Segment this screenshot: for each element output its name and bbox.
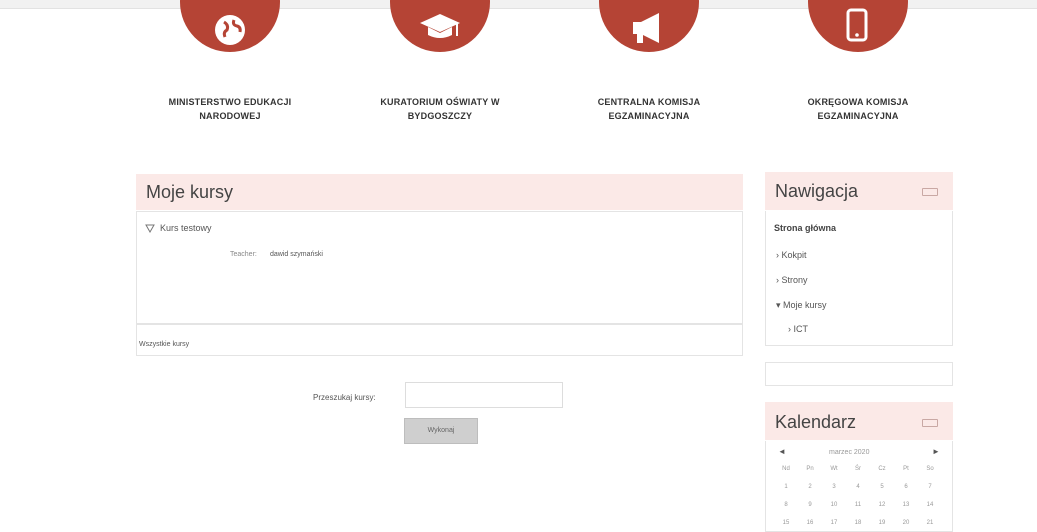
navigation-title: Nawigacja — [775, 181, 859, 201]
calendar-day[interactable]: 11 — [847, 502, 869, 508]
nav-item-strony[interactable]: › Strony — [776, 275, 808, 285]
all-courses-footer: Wszystkie kursy — [136, 324, 743, 356]
my-courses-title: Moje kursy — [146, 182, 234, 202]
kuratorium-circle[interactable] — [390, 0, 490, 52]
expand-arrow-icon: › — [788, 324, 791, 334]
weekday-header: Pn — [806, 466, 814, 472]
oke-label-line2[interactable]: EGZAMINACYJNA — [763, 109, 953, 123]
search-input[interactable] — [405, 382, 563, 408]
mobile-icon — [846, 8, 868, 42]
calendar-day[interactable]: 14 — [919, 502, 941, 508]
calendar-day[interactable]: 15 — [775, 520, 797, 526]
navigation-header: Nawigacja — [765, 172, 953, 210]
nav-item-label[interactable]: Kokpit — [782, 250, 807, 260]
nav-item-label[interactable]: Strony — [782, 275, 808, 285]
weekday-header: Nd — [782, 466, 790, 472]
my-courses-header: Moje kursy — [136, 174, 743, 210]
calendar-day[interactable]: 10 — [823, 502, 845, 508]
nav-item-label[interactable]: Moje kursy — [783, 300, 827, 310]
calendar-day[interactable]: 21 — [919, 520, 941, 526]
expand-arrow-icon: › — [776, 275, 779, 285]
weekday-header: So — [926, 466, 934, 472]
nav-subitem-ict[interactable]: › ICT — [788, 324, 808, 334]
calendar-day[interactable]: 8 — [775, 502, 797, 508]
calendar-content: ◄ marzec 2020 ► Nd Pn Wt Śr Cz Pt So 1 2… — [765, 441, 953, 532]
empty-block — [765, 362, 953, 386]
kuratorium-label-line2[interactable]: BYDGOSZCZY — [345, 109, 535, 123]
nav-home-link[interactable]: Strona główna — [774, 223, 836, 233]
cke-circle[interactable] — [599, 0, 699, 52]
calendar-day[interactable]: 6 — [895, 484, 917, 490]
calendar-day[interactable]: 13 — [895, 502, 917, 508]
kuratorium-label-line1[interactable]: KURATORIUM OŚWIATY W — [345, 95, 535, 109]
expand-arrow-icon: › — [776, 250, 779, 260]
weekday-header: Śr — [855, 466, 861, 472]
calendar-day[interactable]: 17 — [823, 520, 845, 526]
teacher-name-link[interactable]: dawid szymański — [270, 251, 323, 258]
calendar-day[interactable]: 16 — [799, 520, 821, 526]
weekday-header: Cz — [878, 466, 886, 472]
calendar-day[interactable]: 5 — [871, 484, 893, 490]
course-icon — [145, 224, 155, 233]
collapse-arrow-icon: ▾ — [776, 300, 781, 310]
calendar-header: Kalendarz — [765, 402, 953, 440]
calendar-title: Kalendarz — [775, 412, 857, 432]
all-courses-link[interactable]: Wszystkie kursy — [139, 341, 189, 348]
cke-label-line1[interactable]: CENTRALNA KOMISJA — [554, 95, 744, 109]
calendar-day[interactable]: 4 — [847, 484, 869, 490]
calendar-day[interactable]: 9 — [799, 502, 821, 508]
weekday-header: Wt — [830, 466, 838, 472]
globe-icon — [215, 15, 245, 45]
calendar-day[interactable]: 12 — [871, 502, 893, 508]
search-label: Przeszukaj kursy: — [313, 393, 376, 402]
calendar-day[interactable]: 18 — [847, 520, 869, 526]
teacher-label: Teacher: — [230, 251, 257, 258]
course-link[interactable]: Kurs testowy — [160, 223, 212, 233]
dock-icon[interactable] — [922, 419, 938, 427]
cke-label-line2[interactable]: EGZAMINACYJNA — [554, 109, 744, 123]
calendar-day[interactable]: 3 — [823, 484, 845, 490]
weekday-header: Pt — [903, 466, 909, 472]
calendar-day[interactable]: 2 — [799, 484, 821, 490]
nav-item-moje-kursy[interactable]: ▾ Moje kursy — [776, 300, 827, 311]
nav-subitem-label[interactable]: ICT — [794, 324, 809, 334]
calendar-day[interactable]: 7 — [919, 484, 941, 490]
calendar-next-button[interactable]: ► — [932, 447, 940, 456]
navigation-content: Strona główna › Kokpit › Strony ▾ Moje k… — [765, 211, 953, 346]
oke-label-line1[interactable]: OKRĘGOWA KOMISJA — [763, 95, 953, 109]
ministry-label-line2[interactable]: NARODOWEJ — [135, 109, 325, 123]
search-button[interactable]: Wykonaj — [404, 418, 478, 444]
dock-icon[interactable] — [922, 188, 938, 196]
calendar-month-link[interactable]: marzec 2020 — [829, 449, 869, 456]
calendar-day[interactable]: 19 — [871, 520, 893, 526]
ministry-label-line1[interactable]: MINISTERSTWO EDUKACJI — [135, 95, 325, 109]
oke-circle[interactable] — [808, 0, 908, 52]
megaphone-icon — [633, 13, 659, 43]
ministry-circle[interactable] — [180, 0, 280, 52]
nav-item-kokpit[interactable]: › Kokpit — [776, 250, 807, 260]
calendar-prev-button[interactable]: ◄ — [778, 447, 786, 456]
calendar-day[interactable]: 20 — [895, 520, 917, 526]
course-list: Kurs testowy Teacher: dawid szymański — [136, 211, 743, 324]
calendar-day[interactable]: 1 — [775, 484, 797, 490]
graduation-cap-icon — [420, 14, 460, 38]
